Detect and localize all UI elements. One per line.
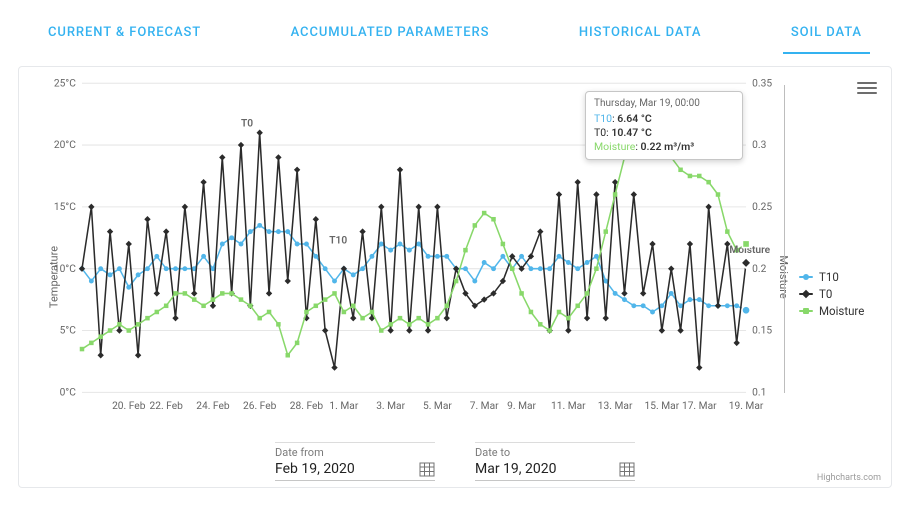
svg-text:1. Mar: 1. Mar (329, 399, 358, 412)
calendar-icon[interactable] (419, 461, 435, 477)
svg-text:20. Feb: 20. Feb (112, 399, 146, 412)
date-from-label: Date from (275, 442, 435, 459)
chart-card: 0°C5°C10°C15°C20°C25°C0.10.150.20.250.30… (18, 66, 892, 488)
legend-swatch-moisture (799, 310, 813, 312)
svg-text:28. Feb: 28. Feb (290, 399, 324, 412)
legend-label-t0: T0 (819, 287, 832, 301)
svg-text:0°C: 0°C (60, 385, 77, 398)
svg-text:5°C: 5°C (60, 324, 77, 337)
legend-swatch-t0 (799, 293, 813, 295)
date-to-value[interactable]: Mar 19, 2020 (475, 461, 557, 477)
chart-credit[interactable]: Highcharts.com (817, 473, 881, 483)
tooltip-t0-label: T0 (594, 126, 606, 139)
legend-label-moisture: Moisture (819, 304, 864, 318)
svg-text:22. Feb: 22. Feb (149, 399, 183, 412)
tooltip-mo-label: Moisture (594, 140, 635, 153)
calendar-icon[interactable] (619, 461, 635, 477)
svg-text:0.1: 0.1 (752, 385, 766, 398)
svg-text:0.15: 0.15 (752, 324, 772, 337)
tooltip-t10-label: T10 (594, 112, 612, 125)
tooltip-t0-value: 10.47 °C (611, 126, 652, 139)
date-from-field: Date from Feb 19, 2020 (275, 442, 435, 481)
svg-text:26. Feb: 26. Feb (243, 399, 277, 412)
tooltip-mo-value: 0.22 m³/m³ (641, 140, 695, 153)
svg-text:24. Feb: 24. Feb (196, 399, 230, 412)
tab-soil-data[interactable]: SOIL DATA (783, 25, 870, 54)
tabs: CURRENT & FORECAST ACCUMULATED PARAMETER… (0, 0, 910, 54)
legend-item-moisture[interactable]: Moisture (799, 304, 877, 318)
legend-item-t10[interactable]: T10 (799, 270, 877, 284)
svg-text:0.2: 0.2 (752, 262, 766, 275)
svg-text:T0: T0 (241, 116, 253, 129)
svg-text:25°C: 25°C (54, 76, 76, 89)
date-to-label: Date to (475, 442, 635, 459)
svg-text:7. Mar: 7. Mar (470, 399, 499, 412)
chart-crosshair (784, 85, 785, 393)
svg-text:0.3: 0.3 (752, 138, 766, 151)
tab-accum-params[interactable]: ACCUMULATED PARAMETERS (283, 25, 498, 54)
date-to-field: Date to Mar 19, 2020 (475, 442, 635, 481)
tab-current-forecast[interactable]: CURRENT & FORECAST (40, 25, 209, 54)
legend-label-t10: T10 (819, 270, 839, 284)
svg-text:0.25: 0.25 (752, 200, 772, 213)
tooltip-date: Thursday, Mar 19, 00:00 (594, 97, 734, 111)
date-from-value[interactable]: Feb 19, 2020 (275, 461, 355, 477)
svg-text:0.35: 0.35 (752, 76, 772, 89)
tab-historical[interactable]: HISTORICAL DATA (571, 25, 709, 54)
svg-text:13. Mar: 13. Mar (598, 399, 633, 412)
svg-text:9. Mar: 9. Mar (507, 399, 536, 412)
legend-swatch-t10 (799, 276, 813, 278)
y-axis-left-title: Temperature (48, 246, 61, 308)
svg-text:17. Mar: 17. Mar (682, 399, 717, 412)
date-range-row: Date from Feb 19, 2020 Date to Mar 19, 2… (19, 442, 891, 481)
svg-text:15°C: 15°C (54, 200, 76, 213)
svg-text:5. Mar: 5. Mar (423, 399, 452, 412)
svg-text:T10: T10 (329, 234, 347, 247)
svg-text:19. Mar: 19. Mar (729, 399, 764, 412)
legend-item-t0[interactable]: T0 (799, 287, 877, 301)
tooltip-t10-value: 6.64 °C (617, 112, 652, 125)
chart-menu-icon[interactable] (857, 79, 877, 95)
legend: T10 T0 Moisture (799, 267, 877, 321)
svg-text:15. Mar: 15. Mar (645, 399, 680, 412)
chart-tooltip: Thursday, Mar 19, 00:00 T10: 6.64 °C T0:… (585, 91, 743, 160)
svg-text:11. Mar: 11. Mar (551, 399, 586, 412)
svg-text:3. Mar: 3. Mar (376, 399, 405, 412)
svg-text:20°C: 20°C (54, 138, 76, 151)
